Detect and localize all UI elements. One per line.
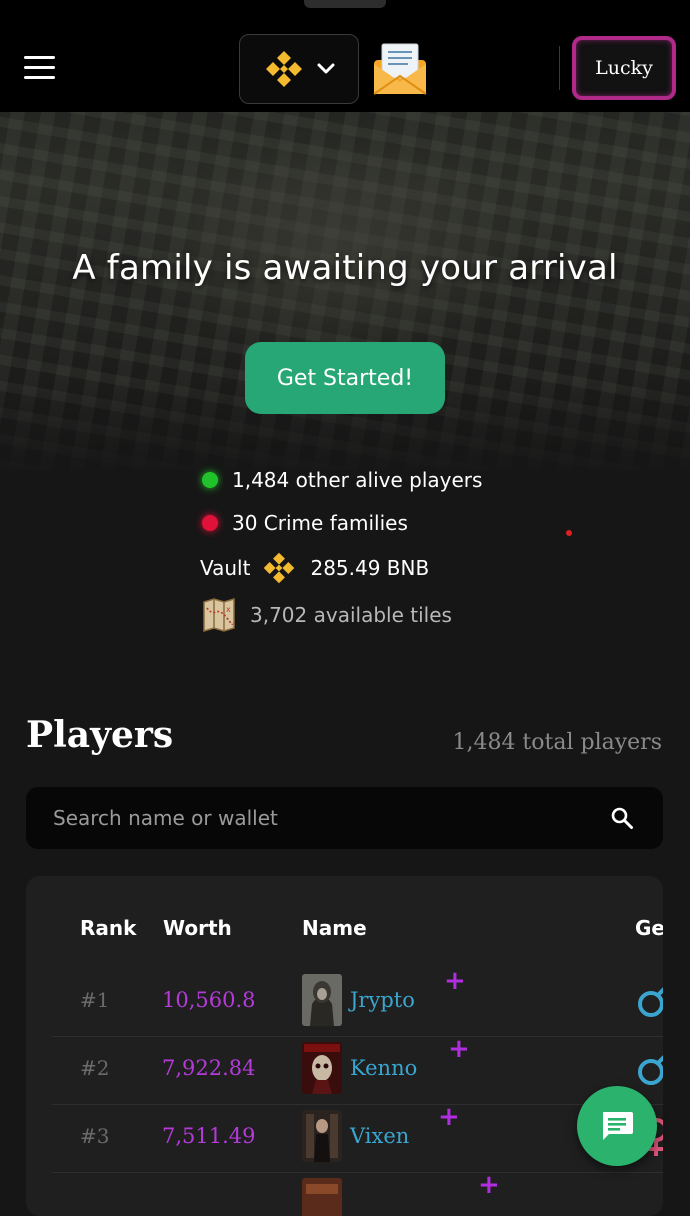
vault-value: 285.49 BNB bbox=[310, 556, 430, 580]
worth-cell: 10,560.8 bbox=[162, 988, 256, 1012]
plus-icon: + bbox=[444, 966, 466, 996]
search-icon[interactable] bbox=[610, 806, 634, 834]
hero-tagline: A family is awaiting your arrival bbox=[72, 248, 618, 288]
avatar[interactable] bbox=[302, 974, 342, 1026]
svg-text:x: x bbox=[226, 605, 231, 614]
get-started-button[interactable]: Get Started! bbox=[245, 342, 445, 414]
plus-icon: + bbox=[438, 1102, 460, 1132]
bnb-small-icon bbox=[262, 551, 296, 585]
chain-selector-button[interactable] bbox=[239, 34, 359, 104]
top-bar: Lucky bbox=[0, 0, 690, 112]
players-heading: Players bbox=[26, 714, 174, 756]
players-table: Rank Worth Name Ge #1 10,560.8 Jrypto + … bbox=[26, 876, 663, 1216]
chevron-down-icon bbox=[316, 61, 336, 81]
red-status-dot-icon bbox=[202, 515, 218, 531]
vault-stat: Vault 285.49 BNB bbox=[200, 550, 429, 586]
male-icon bbox=[636, 1048, 663, 1092]
column-header-worth[interactable]: Worth bbox=[163, 916, 232, 940]
user-profile-button[interactable]: Lucky bbox=[572, 36, 676, 100]
worth-cell: 7,922.84 bbox=[162, 1056, 256, 1080]
table-row[interactable]: + bbox=[52, 1170, 663, 1216]
envelope-icon[interactable] bbox=[372, 42, 428, 100]
green-status-dot-icon bbox=[202, 472, 218, 488]
alive-players-stat: 1,484 other alive players bbox=[200, 462, 482, 498]
crime-families-text: 30 Crime families bbox=[232, 511, 408, 535]
device-notch bbox=[304, 0, 386, 8]
tiles-stat: x 3,702 available tiles bbox=[200, 597, 452, 633]
red-speck bbox=[566, 530, 572, 536]
bnb-icon bbox=[264, 49, 304, 93]
chat-button[interactable] bbox=[577, 1086, 657, 1166]
column-header-name[interactable]: Name bbox=[302, 916, 367, 940]
table-row[interactable]: #1 10,560.8 Jrypto + bbox=[52, 966, 663, 1037]
player-name-link[interactable]: Kenno bbox=[350, 1056, 417, 1080]
worth-cell: 7,511.49 bbox=[162, 1124, 256, 1148]
player-search-bar bbox=[26, 787, 663, 849]
rank-cell: #3 bbox=[80, 1124, 110, 1148]
plus-icon: + bbox=[478, 1170, 500, 1200]
crime-families-stat: 30 Crime families bbox=[200, 505, 408, 541]
table-row[interactable]: #2 7,922.84 Kenno + bbox=[52, 1034, 663, 1105]
table-row[interactable]: #3 7,511.49 Vixen + bbox=[52, 1102, 663, 1173]
avatar[interactable] bbox=[302, 1178, 342, 1216]
column-header-gender[interactable]: Ge bbox=[635, 916, 663, 940]
players-total-count: 1,484 total players bbox=[452, 730, 662, 755]
hamburger-menu-icon[interactable] bbox=[24, 56, 56, 80]
tiles-text: 3,702 available tiles bbox=[250, 603, 452, 627]
player-name-link[interactable]: Vixen bbox=[350, 1124, 409, 1148]
avatar[interactable] bbox=[302, 1042, 342, 1094]
plus-icon: + bbox=[448, 1034, 470, 1064]
map-icon: x bbox=[202, 598, 236, 632]
avatar[interactable] bbox=[302, 1110, 342, 1162]
alive-players-text: 1,484 other alive players bbox=[232, 468, 483, 492]
vault-label: Vault bbox=[200, 556, 251, 580]
chat-bubble-icon bbox=[599, 1108, 635, 1144]
player-search-input[interactable] bbox=[26, 787, 596, 849]
player-name-link[interactable]: Jrypto bbox=[350, 988, 415, 1012]
rank-cell: #1 bbox=[80, 988, 110, 1012]
header-divider bbox=[559, 46, 560, 90]
rank-cell: #2 bbox=[80, 1056, 110, 1080]
male-icon bbox=[636, 980, 663, 1024]
column-header-rank[interactable]: Rank bbox=[80, 916, 136, 940]
